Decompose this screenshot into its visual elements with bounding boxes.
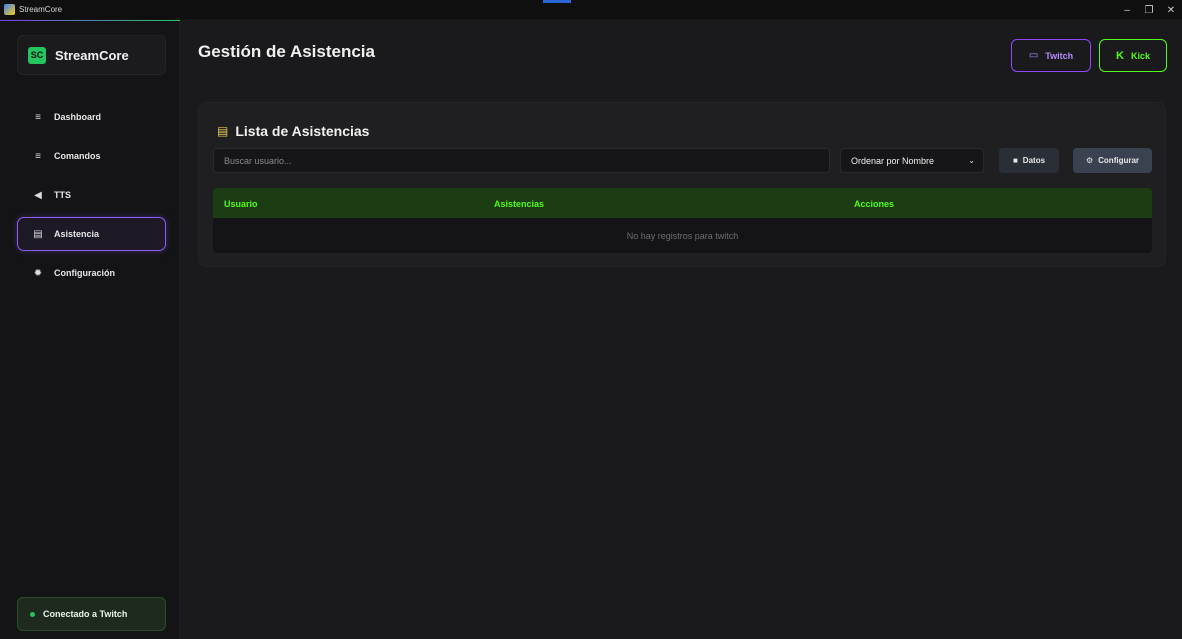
sidebar-item-label: Configuración xyxy=(54,268,115,278)
sidebar-item-comandos[interactable]: ≡ Comandos xyxy=(17,139,166,173)
kick-button[interactable]: K Kick xyxy=(1099,39,1167,72)
datos-button-label: Datos xyxy=(1022,156,1046,165)
app-icon xyxy=(4,4,15,15)
speaker-icon: ◀ xyxy=(34,189,42,201)
clipboard-icon: ▤ xyxy=(217,124,229,138)
chevron-down-icon: ⌄ xyxy=(968,156,975,165)
sidebar-accent-line xyxy=(0,20,180,21)
sidebar-nav: ≡ Dashboard ≡ Comandos ◀ TTS ▤ Asistenci… xyxy=(17,100,166,295)
gear-icon: ⚙ xyxy=(1085,156,1094,165)
status-dot-icon xyxy=(30,611,35,617)
brand-logo: SC xyxy=(28,46,46,64)
sidebar-item-label: Dashboard xyxy=(54,112,102,122)
attendance-table: Usuario Asistencias Acciones No hay regi… xyxy=(213,188,1152,253)
minimize-button[interactable]: – xyxy=(1116,0,1138,20)
sort-select-value: Ordenar por Nombre xyxy=(851,155,935,166)
configurar-button[interactable]: ⚙ Configurar xyxy=(1073,148,1152,173)
configurar-button-label: Configurar xyxy=(1098,156,1140,165)
folder-icon: ■ xyxy=(1012,156,1018,165)
sidebar-item-label: TTS xyxy=(54,190,71,200)
kick-icon: K xyxy=(1116,49,1124,62)
sidebar-item-dashboard[interactable]: ≡ Dashboard xyxy=(17,100,166,134)
table-header: Usuario Asistencias Acciones xyxy=(213,188,1152,218)
page-title: Gestión de Asistencia xyxy=(198,42,375,61)
table-empty-row: No hay registros para twitch xyxy=(213,218,1152,253)
titlebar-indicator xyxy=(543,0,571,3)
maximize-button[interactable]: ❐ xyxy=(1138,0,1160,20)
column-header-usuario[interactable]: Usuario xyxy=(224,199,258,209)
connection-status-text: Conectado a Twitch xyxy=(43,609,128,619)
window-controls: – ❐ ✕ xyxy=(1116,0,1182,20)
twitch-button[interactable]: ▭ Twitch xyxy=(1011,39,1091,72)
column-header-asistencias[interactable]: Asistencias xyxy=(494,199,544,209)
sidebar-item-asistencia[interactable]: ▤ Asistencia xyxy=(17,217,166,251)
window-title: StreamCore xyxy=(19,5,63,14)
kick-button-label: Kick xyxy=(1130,50,1150,61)
sidebar-item-tts[interactable]: ◀ TTS xyxy=(17,178,166,212)
empty-message: No hay registros para twitch xyxy=(626,230,739,241)
sidebar-item-label: Asistencia xyxy=(54,229,100,239)
sidebar-item-label: Comandos xyxy=(54,151,101,161)
menu-icon: ≡ xyxy=(35,111,41,123)
sidebar-item-configuracion[interactable]: ✹ Configuración xyxy=(17,256,166,290)
connection-status: Conectado a Twitch xyxy=(17,597,166,631)
search-input[interactable] xyxy=(213,148,830,173)
brand-name: StreamCore xyxy=(55,47,129,63)
clipboard-icon: ▤ xyxy=(33,228,43,240)
brand[interactable]: SC StreamCore xyxy=(17,35,166,75)
column-header-acciones: Acciones xyxy=(854,199,895,209)
sidebar: SC StreamCore ≡ Dashboard ≡ Comandos ◀ T… xyxy=(0,20,180,639)
attendance-title: ▤ Lista de Asistencias xyxy=(217,123,369,139)
window-titlebar: StreamCore – ❐ ✕ xyxy=(0,0,1182,20)
twitch-button-label: Twitch xyxy=(1045,50,1074,61)
close-button[interactable]: ✕ xyxy=(1160,0,1182,20)
datos-button[interactable]: ■ Datos xyxy=(999,148,1059,173)
list-icon: ≡ xyxy=(35,150,41,162)
attendance-card: ▤ Lista de Asistencias Ordenar por Nombr… xyxy=(198,102,1166,267)
chat-icon: ▭ xyxy=(1028,50,1039,61)
gear-icon: ✹ xyxy=(33,267,43,279)
attendance-title-text: Lista de Asistencias xyxy=(235,123,370,139)
sort-select[interactable]: Ordenar por Nombre ⌄ xyxy=(840,148,984,173)
